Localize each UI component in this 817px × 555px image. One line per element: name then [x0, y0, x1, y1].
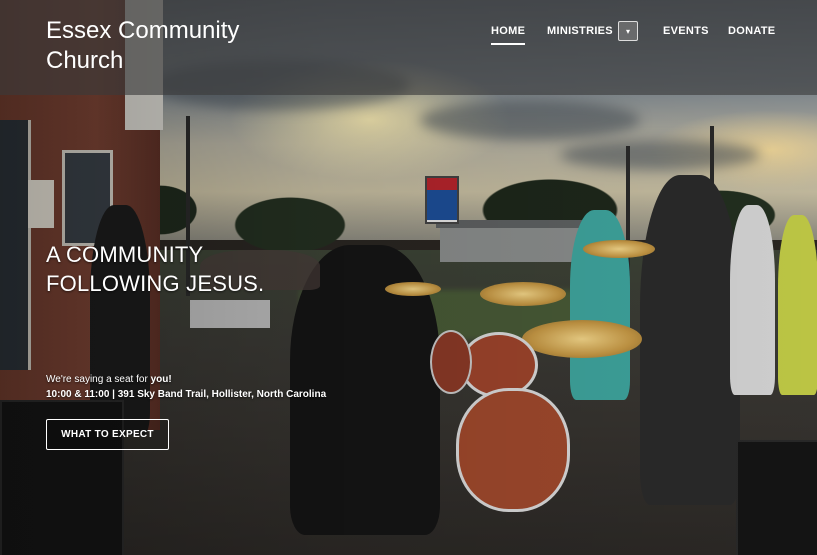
hero-tagline: We're saying a seat for you!	[46, 373, 172, 387]
nav-ministries[interactable]: MINISTRIES	[547, 25, 613, 37]
nav-donate[interactable]: DONATE	[728, 25, 775, 37]
hero-headline: A COMMUNITY FOLLOWING JESUS.	[46, 242, 265, 296]
nav-events[interactable]: EVENTS	[663, 25, 709, 37]
tagline-emphasis: you!	[150, 374, 172, 385]
site-logo[interactable]: Essex Community Church	[46, 16, 276, 76]
nav-home[interactable]: HOME	[491, 25, 526, 45]
caret-down-icon: ▾	[625, 26, 630, 36]
tagline-text: We're saying a seat for	[46, 374, 151, 385]
service-details: 10:00 & 11:00 | 391 Sky Band Trail, Holl…	[46, 389, 327, 400]
ministries-dropdown-button[interactable]: ▾	[618, 21, 638, 41]
site-header: Essex Community Church HOME MINISTRIES ▾…	[0, 0, 817, 95]
what-to-expect-button[interactable]: WHAT TO EXPECT	[46, 419, 169, 450]
